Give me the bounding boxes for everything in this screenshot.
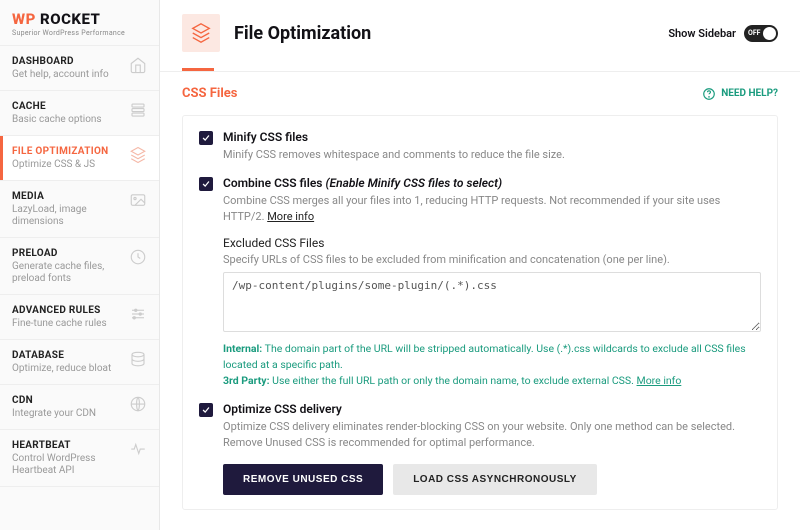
combine-css-checkbox[interactable] [199, 177, 213, 191]
sidebar-item-heartbeat[interactable]: HEARTBEATControl WordPress Heartbeat API [0, 430, 159, 487]
globe-icon [129, 395, 147, 413]
show-sidebar-toggle[interactable]: Show Sidebar OFF [668, 25, 778, 42]
main: File Optimization Show Sidebar OFF CSS F… [160, 0, 800, 530]
content: CSS Files NEED HELP? Minify CSS files Mi… [160, 72, 800, 530]
optimize-delivery-label: Optimize CSS delivery [223, 402, 761, 416]
home-icon [129, 56, 147, 74]
combine-css-desc: Combine CSS merges all your files into 1… [223, 193, 761, 224]
remove-unused-css-button[interactable]: REMOVE UNUSED CSS [223, 464, 383, 495]
sliders-icon [129, 305, 147, 323]
optimize-delivery-checkbox[interactable] [199, 403, 213, 417]
page-header: File Optimization Show Sidebar OFF [160, 0, 800, 52]
nav: DASHBOARDGet help, account info CACHEBas… [0, 46, 159, 530]
layers-icon [129, 101, 147, 119]
help-icon [702, 87, 716, 101]
stack-icon [190, 22, 212, 44]
sidebar-item-dashboard[interactable]: DASHBOARDGet help, account info [0, 46, 159, 91]
combine-css-label: Combine CSS files (Enable Minify CSS fil… [223, 176, 761, 190]
database-icon [129, 350, 147, 368]
minify-css-label: Minify CSS files [223, 130, 761, 144]
sidebar-item-cdn[interactable]: CDNIntegrate your CDN [0, 385, 159, 430]
css-options-panel: Minify CSS files Minify CSS removes whit… [182, 115, 778, 510]
option-minify-css: Minify CSS files Minify CSS removes whit… [199, 130, 761, 162]
brand-tagline: Superior WordPress Performance [12, 29, 147, 37]
sidebar-item-media[interactable]: MEDIALazyLoad, image dimensions [0, 181, 159, 238]
header-icon-box [182, 14, 220, 52]
optimize-delivery-desc: Optimize CSS delivery eliminates render-… [223, 419, 761, 450]
sidebar-item-cache[interactable]: CACHEBasic cache options [0, 91, 159, 136]
clock-icon [129, 248, 147, 266]
brand-logo: WP ROCKET Superior WordPress Performance [0, 0, 159, 46]
sidebar-item-advanced-rules[interactable]: ADVANCED RULESFine-tune cache rules [0, 295, 159, 340]
option-combine-css: Combine CSS files (Enable Minify CSS fil… [199, 176, 761, 388]
excluded-css-textarea[interactable]: /wp-content/plugins/some-plugin/(.*).css [223, 272, 761, 332]
minify-css-checkbox[interactable] [199, 131, 213, 145]
excluded-css-help: Specify URLs of CSS files to be excluded… [223, 253, 761, 266]
need-help-link[interactable]: NEED HELP? [702, 87, 778, 101]
page-title: File Optimization [234, 23, 668, 44]
sidebar: WP ROCKET Superior WordPress Performance… [0, 0, 160, 530]
sidebar-item-database[interactable]: DATABASEOptimize, reduce bloat [0, 340, 159, 385]
excluded-css-label: Excluded CSS Files [223, 236, 761, 250]
excluded-css-hint: Internal: The domain part of the URL wil… [223, 341, 761, 388]
toggle-off-icon[interactable]: OFF [744, 25, 778, 42]
minify-css-desc: Minify CSS removes whitespace and commen… [223, 147, 761, 162]
sidebar-item-file-optimization[interactable]: FILE OPTIMIZATIONOptimize CSS & JS [0, 136, 159, 181]
excluded-more-info-link[interactable]: More info [637, 374, 682, 387]
sidebar-item-preload[interactable]: PRELOADGenerate cache files, preload fon… [0, 238, 159, 295]
combine-more-info-link[interactable]: More info [267, 210, 314, 223]
load-css-async-button[interactable]: LOAD CSS ASYNCHRONOUSLY [393, 464, 597, 495]
image-icon [129, 191, 147, 209]
heartbeat-icon [129, 440, 147, 458]
option-optimize-delivery: Optimize CSS delivery Optimize CSS deliv… [199, 402, 761, 495]
section-title: CSS Files [182, 86, 237, 101]
stack-icon [129, 146, 147, 164]
